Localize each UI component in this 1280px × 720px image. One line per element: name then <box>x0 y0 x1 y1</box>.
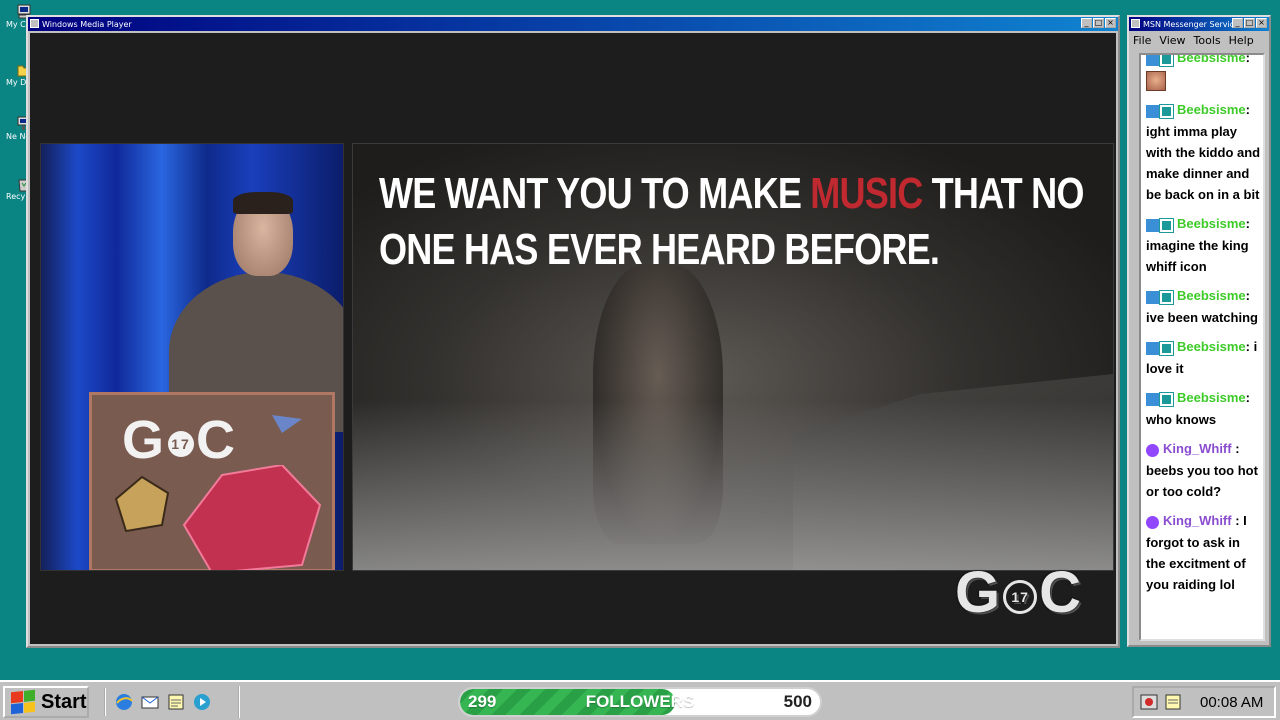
system-tray: 00:08 AM <box>1132 686 1276 718</box>
maximize-button[interactable]: □ <box>1093 18 1104 28</box>
chat-message: Beebsisme: who knows <box>1146 387 1261 430</box>
mod-badge-icon <box>1146 55 1159 67</box>
speaker-hair <box>233 192 293 214</box>
sub-badge-icon <box>1159 55 1174 68</box>
gold-gem-icon <box>114 475 170 533</box>
windows-logo-icon <box>11 689 35 715</box>
msn-title: MSN Messenger Service <box>1143 19 1240 29</box>
quick-launch <box>104 688 212 716</box>
speaker-video-feed: G 17C <box>40 143 344 571</box>
chat-message: Beebsisme: ive been watching <box>1146 285 1261 328</box>
taskbar: Start 299 FOLLOWERS 500 00:08 AM <box>0 680 1280 720</box>
chat-username[interactable]: King_Whiff <box>1163 441 1232 456</box>
chat-username[interactable]: Beebsisme <box>1177 216 1246 231</box>
start-button[interactable]: Start <box>3 686 89 718</box>
followers-goal: 500 <box>783 692 812 711</box>
ie-icon[interactable] <box>114 692 134 712</box>
msn-close-button[interactable]: × <box>1256 18 1267 28</box>
msn-titlebar[interactable]: MSN Messenger Service _ □ × <box>1129 17 1269 31</box>
chat-badges <box>1146 100 1174 121</box>
clock: 00:08 AM <box>1200 693 1264 711</box>
taskbar-separator <box>238 686 240 718</box>
messenger-tray-icon[interactable] <box>1164 693 1182 711</box>
chat-log[interactable]: Beebsisme: Beebsisme: ight imma play wit… <box>1139 53 1265 641</box>
sub-badge-icon <box>1159 392 1174 407</box>
followers-current: 299 <box>468 692 497 711</box>
media-icon[interactable] <box>192 692 212 712</box>
chat-username[interactable]: Beebsisme <box>1177 55 1246 65</box>
followers-label: FOLLOWERS <box>585 692 695 711</box>
chat-message: Beebsisme: <box>1146 53 1261 91</box>
prime-badge-icon <box>1146 444 1159 458</box>
sub-badge-icon <box>1159 103 1174 119</box>
mod-badge-icon <box>1146 393 1159 406</box>
chat-badges <box>1146 388 1174 409</box>
start-label: Start <box>41 690 87 713</box>
chat-username[interactable]: Beebsisme <box>1177 390 1246 405</box>
podium: G 17C <box>89 392 335 570</box>
blue-arrow-icon <box>272 415 302 433</box>
close-button[interactable]: × <box>1105 18 1116 28</box>
media-player-window[interactable]: Windows Media Player _ □ × G 17C We want … <box>26 15 1120 648</box>
minimize-button[interactable]: _ <box>1081 18 1092 28</box>
video-screen[interactable]: G 17C We want you to make music that no o… <box>30 33 1116 644</box>
chat-text: : <box>1245 53 1250 65</box>
msn-maximize-button[interactable]: □ <box>1244 18 1255 28</box>
recording-icon[interactable] <box>1140 693 1158 711</box>
msn-app-icon <box>1131 19 1140 28</box>
chat-badges <box>1146 286 1174 307</box>
chat-username[interactable]: Beebsisme <box>1177 339 1246 354</box>
presentation-slide: We want you to make music that no one ha… <box>352 143 1114 571</box>
chat-message: Beebsisme: i love it <box>1146 336 1261 379</box>
media-player-app-icon <box>30 19 39 28</box>
msn-minimize-button[interactable]: _ <box>1232 18 1243 28</box>
menu-file[interactable]: File <box>1133 34 1151 49</box>
gdc-watermark-logo: G 17 C <box>954 560 1082 625</box>
chat-username[interactable]: Beebsisme <box>1177 288 1246 303</box>
msn-menubar: File View Tools Help <box>1129 31 1269 49</box>
slide-headline: We want you to make music that no one ha… <box>379 169 1084 274</box>
menu-help[interactable]: Help <box>1229 34 1254 49</box>
slide-fog <box>353 400 1113 570</box>
podium-gdc-logo: G 17C <box>122 410 238 470</box>
pink-gem-icon <box>182 465 322 570</box>
chat-message: Beebsisme: ight imma play with the kiddo… <box>1146 99 1261 205</box>
mod-badge-icon <box>1146 104 1159 118</box>
chat-badges <box>1146 55 1174 69</box>
mod-badge-icon <box>1146 341 1159 355</box>
menu-tools[interactable]: Tools <box>1194 34 1221 49</box>
chat-badges <box>1146 511 1160 532</box>
sub-badge-icon <box>1159 289 1174 305</box>
chat-message: Beebsisme: imagine the king whiff icon <box>1146 213 1261 277</box>
sub-badge-icon <box>1159 340 1174 356</box>
chat-username[interactable]: King_Whiff <box>1163 513 1232 528</box>
outlook-icon[interactable] <box>140 692 160 712</box>
chat-badges <box>1146 337 1174 358</box>
prime-badge-icon <box>1146 516 1159 530</box>
sub-badge-icon <box>1159 217 1174 233</box>
notepad-icon[interactable] <box>166 692 186 712</box>
media-player-title: Windows Media Player <box>42 19 132 29</box>
media-player-titlebar[interactable]: Windows Media Player _ □ × <box>28 17 1118 31</box>
face-emote-icon <box>1146 70 1166 91</box>
slide-highlight-word: music <box>810 169 923 218</box>
chat-badges <box>1146 439 1160 460</box>
chat-message: King_Whiff : I forgot to ask in the exci… <box>1146 510 1261 595</box>
menu-view[interactable]: View <box>1159 34 1185 49</box>
chat-message: King_Whiff : beebs you too hot or too co… <box>1146 438 1261 502</box>
mod-badge-icon <box>1146 218 1159 232</box>
followers-goal-bar: 299 FOLLOWERS 500 <box>458 687 822 717</box>
mod-badge-icon <box>1146 290 1159 304</box>
chat-badges <box>1146 214 1174 235</box>
chat-username[interactable]: Beebsisme <box>1177 102 1246 117</box>
msn-window[interactable]: MSN Messenger Service _ □ × File View To… <box>1127 15 1271 647</box>
